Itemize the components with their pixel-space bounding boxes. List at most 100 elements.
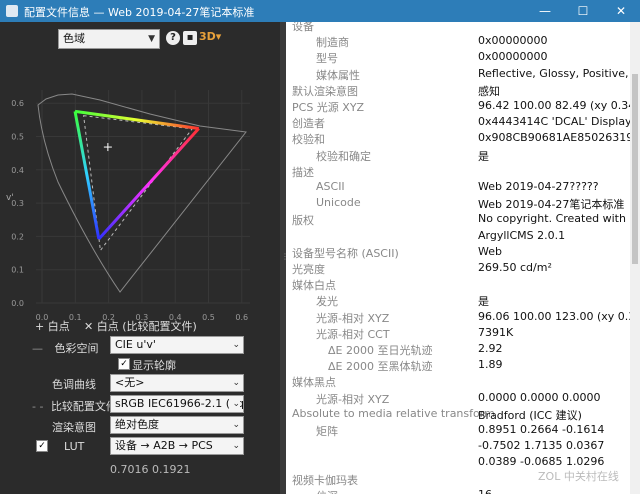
cross-icon: ✕ [84,320,94,333]
intent-label: 渲染意图 [52,421,96,434]
line-icon: — [32,342,43,355]
gamut-plot: 0.00.60.10.50.20.40.30.30.40.20.50.10.60… [6,90,250,322]
legend-whitepoint: + 白点 [35,318,70,334]
vertical-scrollbar[interactable] [630,22,640,494]
info-value: 96.06 100.00 123.00 (xy 0.3011 0.3135) [478,309,640,323]
compare-profile-value: sRGB IEC61966-2.1 (Equivalent [115,397,243,410]
lut-value: 设备 → A2B → PCS [115,439,213,452]
info-row: 设备型号名称 (ASCII) Web [286,243,640,260]
y-tick-label: 0.2 [11,232,24,241]
y-tick-label: 0.4 [11,166,24,175]
info-row: 矩阵 0.8951 0.2664 -0.1614 [286,421,640,438]
minimize-button[interactable]: — [526,0,564,22]
gamut-edge-red-green [74,109,199,130]
maximize-button[interactable]: ☐ [564,0,602,22]
info-row: 描述 [286,162,640,179]
gamut-panel: 色域 ▼ ? ▪ 3D▾ 0.0 0.6 0.1 0.5 0.2 0.4 0.3 0.3 0.4… [0,22,280,494]
info-row: 校验和0x908CB90681AE8502631919F83D [286,129,640,146]
info-row: PCS 光源 XYZ96.42 100.00 82.49 (xy 0.3457 … [286,97,640,114]
info-row: 位深 16 [286,486,640,494]
y-tick-label: 0.0 [11,299,24,308]
colorspace-select[interactable]: CIE u'v' ⌄ [110,336,244,354]
save-image-icon[interactable]: ▪ [183,31,197,45]
info-value: No copyright. Created with DisplayCAL [478,212,640,226]
info-value: 0x908CB90681AE8502631919F83D [478,131,640,145]
y-tick-label: 0.5 [11,133,24,142]
help-icon[interactable]: ? [166,31,180,45]
whitepoint-marker [103,143,112,152]
info-value: 0x00000000 [478,34,548,48]
info-value: 1.89 [478,358,503,372]
compare-profile-row: - - 比较配置文件 [32,398,117,414]
x-tick-label: 0.6 [235,313,248,322]
chevron-down-icon: ▾ [215,30,222,43]
legend-compare-whitepoint-label: 白点 (比较配置文件) [96,320,197,333]
compare-profile-label: 比较配置文件 [50,400,117,413]
scrollbar-thumb[interactable] [632,74,638,264]
info-row: 版权No copyright. Created with DisplayCAL [286,210,640,227]
info-value: Web [478,244,502,258]
info-row: 媒体黑点 [286,372,640,389]
info-row: ArgyllCMS 2.0.1 [286,227,640,244]
lut-checkbox[interactable]: ✓ [36,440,48,452]
info-value: 269.50 cd/m² [478,261,552,274]
view-3d-button[interactable]: 3D▾ [199,30,221,43]
lut-label: LUT [64,440,85,453]
view-select-value: 色域 [63,32,85,45]
x-tick-label: 0.1 [69,313,82,322]
info-row: 创造者 0x4443414C 'DCAL' DisplayCAL [286,113,640,130]
y-axis-label: v' [6,193,14,203]
info-row: 光源-相对 XYZ 0.0000 0.0000 0.0000 [286,389,640,406]
info-row: 光源-相对 CCT 7391K [286,324,640,341]
info-row: 默认渲染意图 感知 [286,81,640,98]
colorspace-value: CIE u'v' [115,338,156,351]
watermark: ZOL 中关村在线 [538,470,619,483]
info-row: 校验和确定是 [286,146,640,163]
view-3d-label: 3D [199,30,216,43]
tone-curve-label: 色调曲线 [52,378,96,391]
tone-curve-select[interactable]: <无> ⌄ [110,374,244,392]
show-outline-label: 显示轮廓 [132,359,176,372]
info-row: Unicode Web 2019-04-27笔记本标准 [286,194,640,211]
legend-whitepoint-label: 白点 [47,320,70,333]
plus-icon: + [35,320,45,333]
info-value: 2.92 [478,342,503,355]
info-key: 位深 [316,488,338,494]
cursor-coordinates: 0.7016 0.1921 [110,463,191,476]
chevron-down-icon: ▼ [148,34,155,44]
info-value: 0.0000 0.0000 0.0000 [478,390,601,404]
lut-select[interactable]: 设备 → A2B → PCS ⌄ [110,437,244,455]
tone-curve-value: <无> [115,376,145,389]
dashed-line-icon: - - [32,400,44,413]
compare-profile-select[interactable]: sRGB IEC61966-2.1 (Equivalent ⌄ [110,395,244,413]
info-key: Unicode [316,196,361,210]
info-value: 0x00000000 [478,50,548,64]
intent-select[interactable]: 绝对色度 ⌄ [110,416,244,434]
chevron-down-icon: ⌄ [230,337,240,353]
info-row: 媒体属性Reflective, Glossy, Positive, Color [286,65,640,82]
info-row: 制造商 0x00000000 [286,32,640,49]
info-row: ΔE 2000 至黑体轨迹 1.89 [286,356,640,373]
colorspace-row: — 色彩空间 [32,340,99,356]
chevron-down-icon: ⌄ [230,438,240,454]
info-value: 0.8951 0.2664 -0.1614 [478,423,605,436]
reference-gamut-triangle [83,115,194,252]
info-row: Absolute to media relative transform Brad… [286,405,640,422]
x-tick-label: 0.5 [202,313,215,322]
intent-value: 绝对色度 [115,418,159,431]
view-select[interactable]: 色域 ▼ [58,29,160,49]
info-value: ArgyllCMS 2.0.1 [478,228,566,242]
info-value: -0.7502 1.7135 0.0367 [478,439,605,453]
info-row: 光亮度 269.50 cd/m² [286,259,640,276]
app-icon [6,5,18,17]
close-button[interactable]: ✕ [602,0,640,22]
y-tick-label: 0.1 [11,266,24,275]
info-row: 光源-相对 XYZ96.06 100.00 123.00 (xy 0.3011 … [286,308,640,325]
info-value: Web 2019-04-27????? [478,180,599,193]
info-row: -0.7502 1.7135 0.0367 [286,437,640,454]
gamut-edge-red-blue [97,127,200,241]
info-value: 7391K [478,325,514,339]
show-outline-checkbox[interactable]: ✓ [118,358,130,370]
y-tick-label: 0.6 [11,99,24,108]
info-key: ASCII [316,180,345,193]
